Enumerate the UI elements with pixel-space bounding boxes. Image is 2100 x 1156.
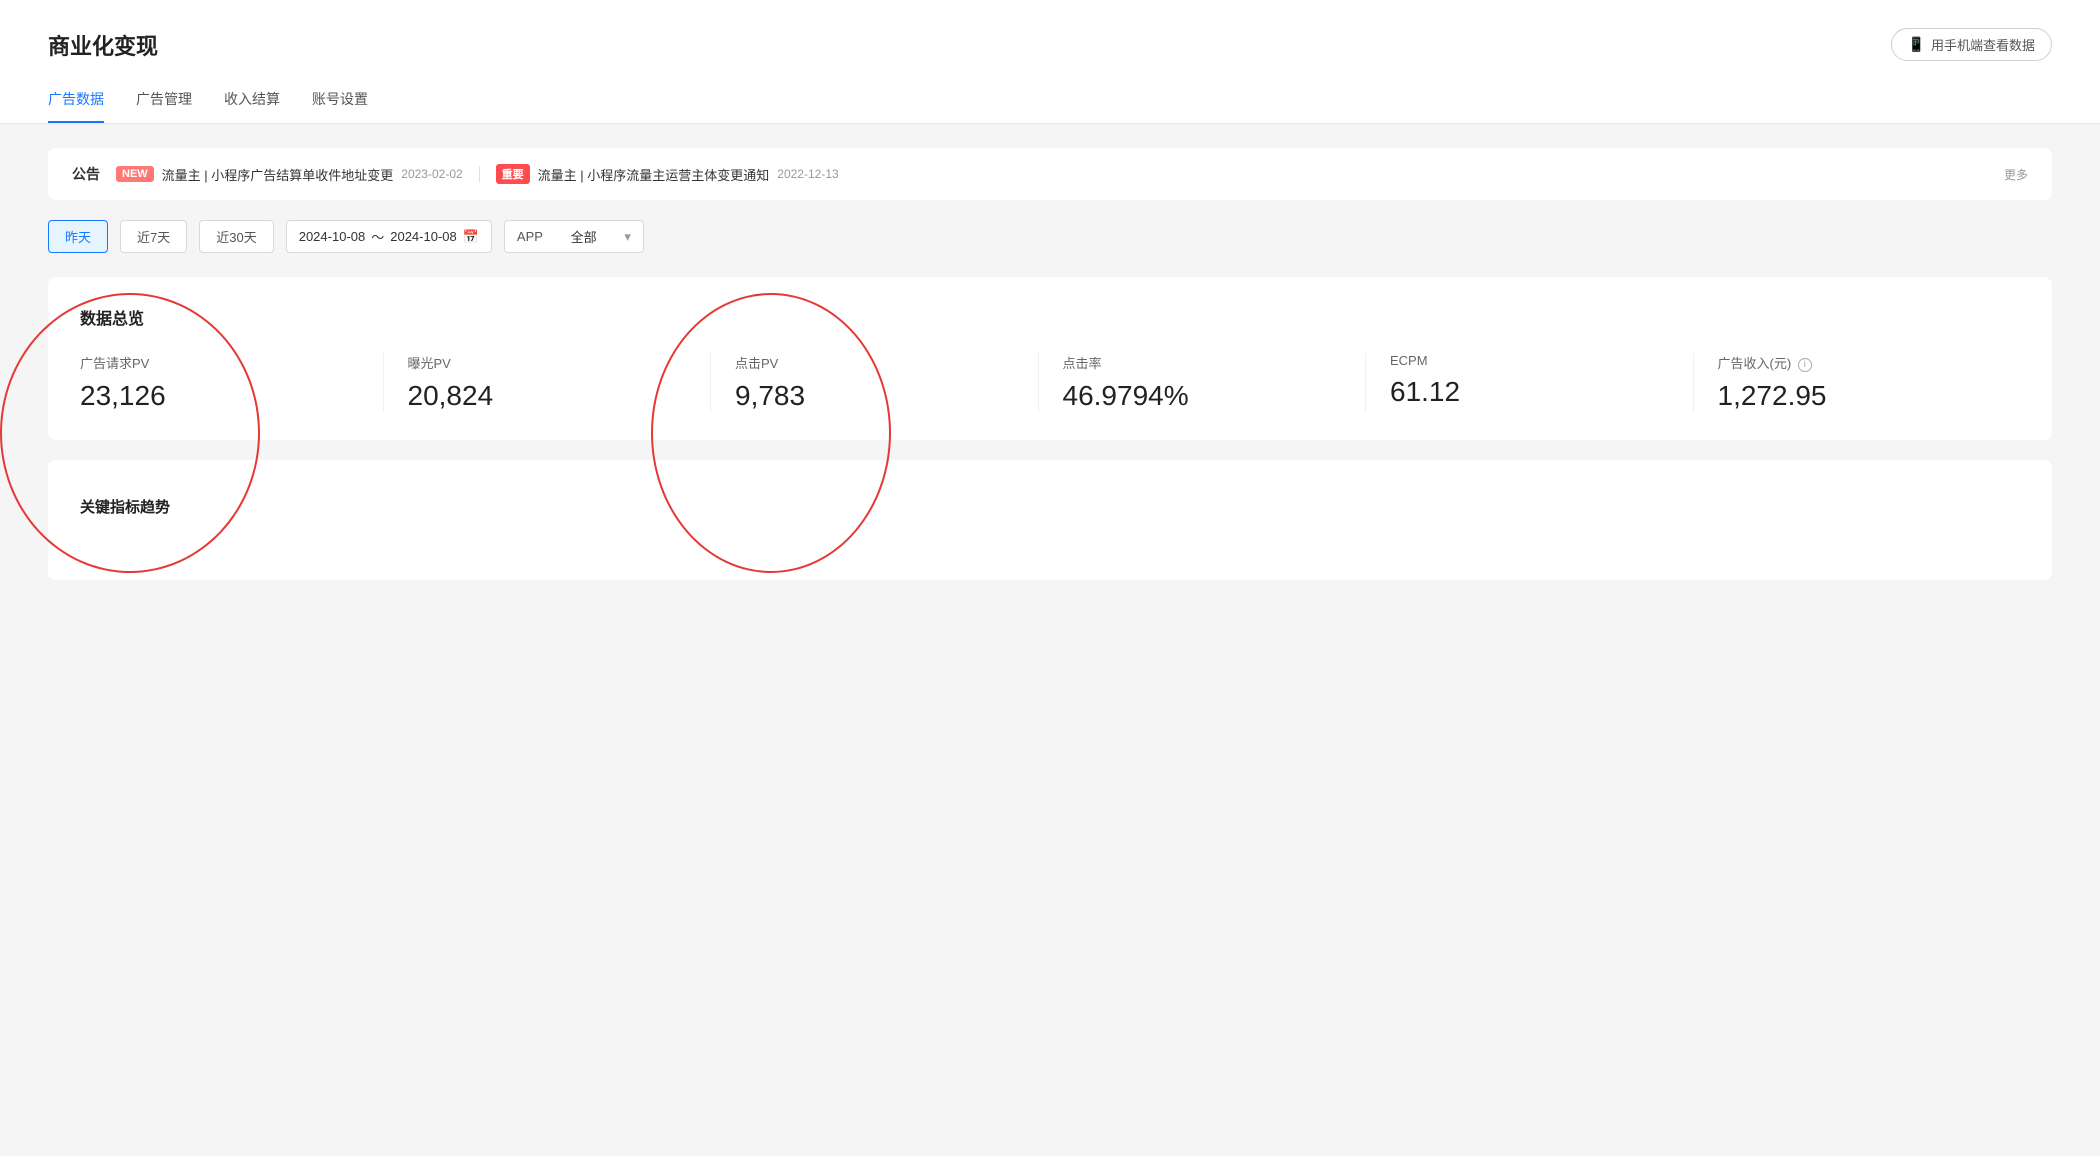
chevron-down-icon: ▾	[624, 229, 631, 245]
notice-divider	[479, 166, 480, 182]
stat-label-1: 广告请求PV	[80, 353, 359, 372]
stats-section-title: 数据总览	[80, 305, 2020, 329]
key-trends-title: 关键指标趋势	[80, 496, 2020, 517]
date-start: 2024-10-08	[299, 229, 366, 244]
stat-ad-request-pv: 广告请求PV 23,126	[80, 353, 384, 412]
notice-tag-important: 重要	[496, 164, 530, 184]
stat-value-4: 46.9794%	[1063, 380, 1342, 412]
tabs-nav: 广告数据 广告管理 收入结算 账号设置	[48, 81, 2052, 123]
stat-value-5: 61.12	[1390, 376, 1669, 408]
stat-value-1: 23,126	[80, 380, 359, 412]
stats-card: 数据总览 广告请求PV 23,126 曝光PV 20,824 点击PV	[48, 277, 2052, 440]
stat-value-6: 1,272.95	[1718, 380, 1997, 412]
date-end: 2024-10-08	[390, 229, 457, 244]
stat-value-2: 20,824	[408, 380, 687, 412]
calendar-icon: 📅	[463, 229, 479, 245]
app-filter-value: 全部	[551, 227, 616, 246]
preset-7days[interactable]: 近7天	[120, 220, 187, 253]
info-icon[interactable]: i	[1798, 358, 1812, 372]
stat-value-3: 9,783	[735, 380, 1014, 412]
stats-grid: 广告请求PV 23,126 曝光PV 20,824 点击PV 9,783	[80, 353, 2020, 412]
stat-impression-pv: 曝光PV 20,824	[384, 353, 712, 412]
stat-label-2: 曝光PV	[408, 353, 687, 372]
stat-ad-revenue: 广告收入(元) i 1,272.95	[1694, 353, 2021, 412]
page-title: 商业化变现	[48, 29, 158, 61]
notice-text-2[interactable]: 流量主 | 小程序流量主运营主体变更通知	[538, 165, 770, 184]
stat-click-pv: 点击PV 9,783	[711, 353, 1039, 412]
tab-ad-data[interactable]: 广告数据	[48, 81, 104, 123]
notice-date-2: 2022-12-13	[777, 167, 838, 181]
notice-bar: 公告 NEW 流量主 | 小程序广告结算单收件地址变更 2023-02-02 重…	[48, 148, 2052, 200]
key-trends-card: 关键指标趋势	[48, 460, 2052, 580]
mobile-btn-label: 用手机端查看数据	[1931, 35, 2035, 54]
preset-30days[interactable]: 近30天	[199, 220, 273, 253]
header-top: 商业化变现 📱 用手机端查看数据	[48, 28, 2052, 61]
page-wrapper: 商业化变现 📱 用手机端查看数据 广告数据 广告管理 收入结算 账号设置 公告	[0, 0, 2100, 1156]
notice-date-1: 2023-02-02	[401, 167, 462, 181]
stat-label-3: 点击PV	[735, 353, 1014, 372]
notice-label: 公告	[72, 164, 100, 184]
notice-text-1[interactable]: 流量主 | 小程序广告结算单收件地址变更	[162, 165, 394, 184]
app-filter-prefix: APP	[517, 229, 543, 244]
notice-more-link[interactable]: 更多	[2004, 166, 2028, 183]
tab-ad-manage[interactable]: 广告管理	[136, 81, 192, 123]
tab-account[interactable]: 账号设置	[312, 81, 368, 123]
stat-label-4: 点击率	[1063, 353, 1342, 372]
filter-bar: 昨天 近7天 近30天 2024-10-08 ～ 2024-10-08 📅 AP…	[48, 220, 2052, 253]
tab-income[interactable]: 收入结算	[224, 81, 280, 123]
stat-label-6: 广告收入(元) i	[1718, 353, 1997, 372]
stat-ecpm: ECPM 61.12	[1366, 353, 1694, 412]
content-area: 公告 NEW 流量主 | 小程序广告结算单收件地址变更 2023-02-02 重…	[0, 124, 2100, 624]
app-filter-dropdown[interactable]: APP 全部 ▾	[504, 220, 644, 253]
notice-item-1: NEW 流量主 | 小程序广告结算单收件地址变更 2023-02-02	[116, 165, 463, 184]
date-separator: ～	[371, 227, 384, 246]
date-range-picker[interactable]: 2024-10-08 ～ 2024-10-08 📅	[286, 220, 492, 253]
stat-label-5: ECPM	[1390, 353, 1669, 368]
phone-icon: 📱	[1908, 36, 1925, 53]
notice-item-2: 重要 流量主 | 小程序流量主运营主体变更通知 2022-12-13	[496, 164, 839, 184]
notice-tag-new: NEW	[116, 166, 154, 182]
header: 商业化变现 📱 用手机端查看数据 广告数据 广告管理 收入结算 账号设置	[0, 0, 2100, 124]
stat-ctr: 点击率 46.9794%	[1039, 353, 1367, 412]
preset-yesterday[interactable]: 昨天	[48, 220, 108, 253]
mobile-view-button[interactable]: 📱 用手机端查看数据	[1891, 28, 2052, 61]
